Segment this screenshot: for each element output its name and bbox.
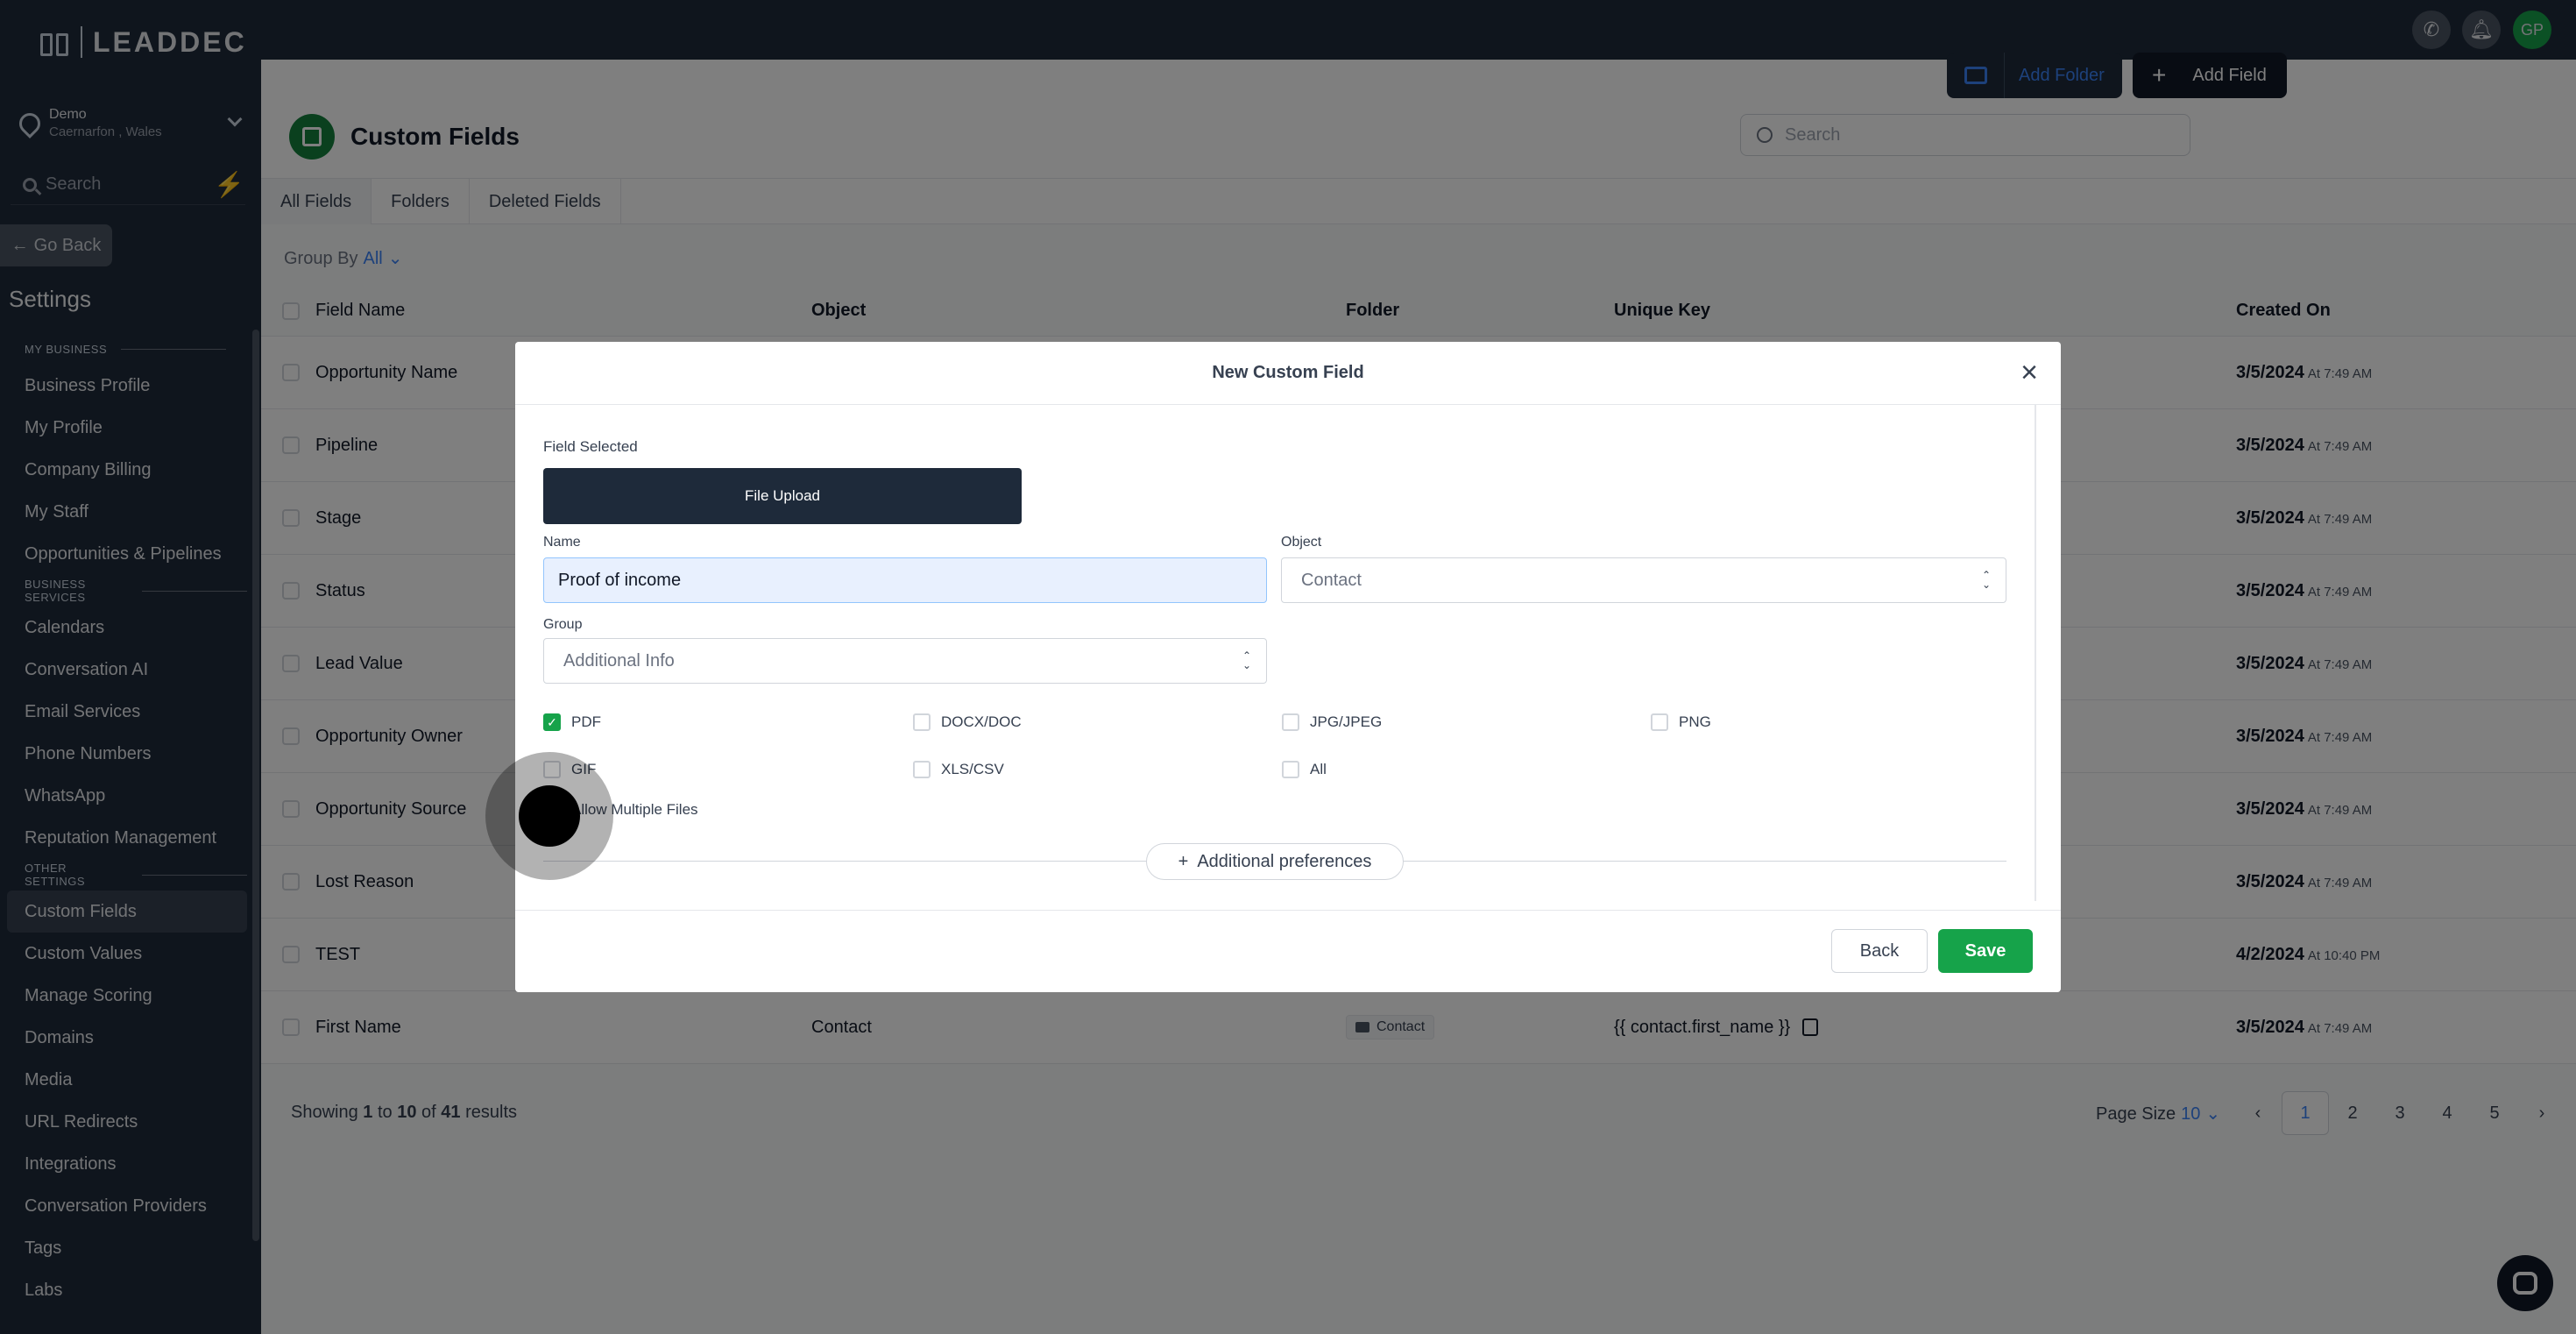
file-type-checkbox-jpg-jpeg[interactable]: JPG/JPEG: [1282, 713, 1382, 731]
file-type-checkbox-docx-doc[interactable]: DOCX/DOC: [913, 713, 1022, 731]
file-type-label: PNG: [1679, 713, 1711, 730]
object-select[interactable]: Contact ⌃ ⌄: [1281, 557, 2006, 603]
checkbox-box: [1282, 761, 1299, 778]
file-type-checkbox-all[interactable]: All: [1282, 761, 1327, 778]
object-value: Contact: [1301, 570, 1362, 590]
file-type-label: XLS/CSV: [941, 761, 1004, 777]
checkbox-box: [1282, 713, 1299, 731]
checkbox-box: [913, 761, 931, 778]
close-icon[interactable]: ×: [2017, 358, 2042, 387]
modal-title: New Custom Field: [1212, 363, 1364, 382]
field-selected-label: Field Selected: [543, 438, 638, 455]
additional-preferences-label: Additional preferences: [1197, 851, 1372, 871]
modal-scrollbar[interactable]: [2035, 405, 2036, 901]
group-label: Group: [543, 617, 583, 632]
click-indicator-dot: [519, 785, 580, 847]
save-button[interactable]: Save: [1938, 929, 2033, 973]
chevron-updown-icon: ⌃ ⌄: [1981, 569, 1992, 591]
checkmark-icon: ✓: [543, 713, 561, 731]
additional-preferences-button[interactable]: + Additional preferences: [1146, 843, 1404, 880]
file-type-checkbox-xls-csv[interactable]: XLS/CSV: [913, 761, 1004, 778]
file-type-label: All: [1310, 761, 1327, 777]
field-type-button[interactable]: File Upload: [543, 468, 1022, 524]
file-type-label: DOCX/DOC: [941, 713, 1022, 730]
file-type-label: PDF: [571, 713, 601, 730]
file-type-checkbox-pdf[interactable]: ✓ PDF: [543, 713, 601, 731]
group-value: Additional Info: [563, 650, 675, 671]
name-input[interactable]: Proof of income: [543, 557, 1267, 603]
back-button[interactable]: Back: [1831, 929, 1928, 973]
file-type-checkbox-png[interactable]: PNG: [1651, 713, 1711, 731]
checkbox-box: [913, 713, 931, 731]
name-label: Name: [543, 535, 581, 550]
group-select[interactable]: Additional Info ⌃ ⌄: [543, 638, 1267, 684]
object-label: Object: [1281, 535, 1322, 550]
checkbox-box: [1651, 713, 1668, 731]
modal-header: New Custom Field ×: [515, 342, 2061, 405]
chevron-updown-icon: ⌃ ⌄: [1242, 649, 1252, 671]
modal-footer: [515, 910, 2061, 992]
file-type-label: JPG/JPEG: [1310, 713, 1383, 730]
plus-icon: +: [1178, 851, 1189, 871]
